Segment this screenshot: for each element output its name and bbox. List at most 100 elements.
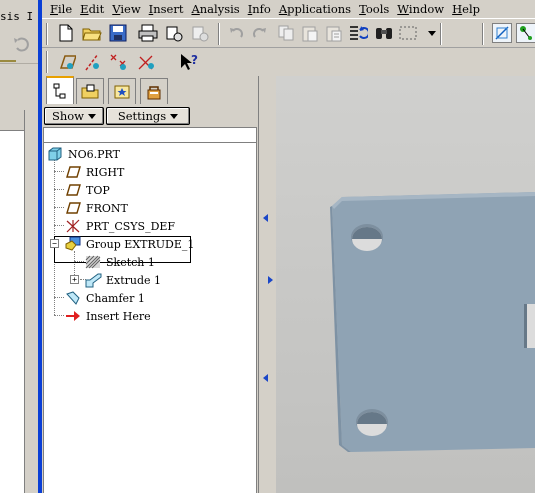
- menu-view[interactable]: View: [108, 2, 144, 16]
- navigator-tabs: [42, 76, 275, 104]
- coordinate-system-icon[interactable]: [136, 52, 156, 72]
- tree-item-right[interactable]: RIGHT: [64, 163, 124, 181]
- menu-help[interactable]: Help: [448, 2, 484, 16]
- background-toolbar-icons: [0, 37, 29, 73]
- background-panel: [0, 130, 24, 493]
- datum-plane-icon[interactable]: [56, 52, 76, 72]
- datum-axis-icon[interactable]: [82, 52, 102, 72]
- datum-point-icon[interactable]: [108, 52, 128, 72]
- hole-bottom: [356, 409, 388, 436]
- tree-connector: [54, 207, 64, 208]
- tree-item-label: FRONT: [86, 201, 128, 215]
- model-tree: NO6.PRT RIGHT TOP FRONT PRT_CSYS_DEF − G…: [43, 143, 257, 493]
- slot-right: [524, 304, 535, 348]
- open-folder-icon[interactable]: [82, 23, 102, 43]
- chevron-down-icon: [170, 113, 179, 119]
- tree-column-header: [43, 127, 257, 143]
- favorites-icon: [114, 85, 130, 98]
- axis-display-icon[interactable]: [516, 23, 535, 43]
- find-binoculars-icon[interactable]: [374, 23, 394, 43]
- menu-applications[interactable]: Applications: [275, 2, 355, 16]
- folder-browser-icon: [81, 84, 99, 98]
- send-mail-attachment-icon: [190, 23, 210, 43]
- menu-mnemonic: E: [80, 2, 89, 16]
- tree-item-chamfer[interactable]: Chamfer 1: [64, 289, 145, 307]
- tree-item-label: PRT_CSYS_DEF: [86, 219, 176, 233]
- tree-connector: [54, 189, 64, 190]
- svg-text:?: ?: [191, 53, 198, 67]
- tab-favorites[interactable]: [108, 78, 136, 104]
- insert-here-arrow-icon: [64, 308, 82, 324]
- tree-connector: [54, 297, 64, 298]
- menu-label: pplications: [287, 2, 352, 16]
- menu-mnemonic: A: [191, 2, 200, 16]
- collapse-toggle[interactable]: −: [50, 239, 59, 248]
- toolbar-separator: [218, 23, 220, 45]
- tree-item-part[interactable]: NO6.PRT: [46, 145, 120, 163]
- background-window: sis I: [0, 0, 40, 493]
- menu-mnemonic: H: [452, 2, 463, 16]
- show-label: Show: [51, 109, 85, 123]
- expand-toggle[interactable]: +: [70, 275, 79, 284]
- send-mail-icon[interactable]: [164, 23, 184, 43]
- selection-box-icon[interactable]: [398, 23, 418, 43]
- new-file-icon[interactable]: [56, 23, 76, 43]
- settings-label: Settings: [117, 109, 167, 123]
- paste-special-icon: [324, 23, 344, 43]
- tree-item-label: NO6.PRT: [68, 147, 120, 161]
- main-toolbar: [42, 18, 535, 48]
- menu-label: nalysis: [199, 2, 240, 16]
- menu-info[interactable]: Info: [244, 2, 275, 16]
- tree-connector: [54, 315, 64, 316]
- menu-label: ile: [57, 2, 73, 16]
- settings-dropdown-button[interactable]: Settings: [106, 107, 190, 125]
- menu-label: nfo: [252, 2, 271, 16]
- tab-model-tree[interactable]: [46, 76, 74, 104]
- menu-edit[interactable]: Edit: [76, 2, 108, 16]
- tree-item-insert-here[interactable]: Insert Here: [64, 307, 151, 325]
- show-dropdown-button[interactable]: Show: [44, 107, 104, 125]
- background-toolbar: [0, 30, 40, 73]
- tab-folder-browser[interactable]: [76, 78, 104, 104]
- regenerate-icon[interactable]: [348, 23, 368, 43]
- datum-display-icon[interactable]: [492, 23, 512, 43]
- datum-plane-icon: [64, 200, 82, 216]
- menu-label: nsert: [153, 2, 184, 16]
- chamfer-icon: [64, 290, 82, 306]
- tab-connections[interactable]: [140, 78, 168, 104]
- sash[interactable]: [258, 76, 276, 493]
- connections-icon: [147, 85, 161, 99]
- tree-item-group[interactable]: Group EXTRUDE_1: [64, 235, 194, 253]
- menubar: File Edit View Insert Analysis Info Appl…: [42, 0, 535, 18]
- group-icon: [64, 236, 82, 252]
- menu-mnemonic: A: [278, 2, 288, 16]
- tree-item-extrude[interactable]: Extrude 1: [84, 271, 161, 289]
- tree-item-csys[interactable]: PRT_CSYS_DEF: [64, 217, 175, 235]
- model-tree-icon: [53, 83, 66, 99]
- datum-toolbar: ?: [42, 48, 275, 76]
- tree-item-top[interactable]: TOP: [64, 181, 110, 199]
- tree-item-sketch[interactable]: Sketch 1: [84, 253, 155, 271]
- graphics-window[interactable]: [276, 76, 535, 493]
- part-icon: [46, 146, 64, 162]
- menu-label: dit: [88, 2, 105, 16]
- save-icon[interactable]: [108, 23, 128, 43]
- expand-right-icon: [268, 276, 273, 284]
- menu-mnemonic: W: [397, 2, 409, 16]
- menu-window[interactable]: Window: [393, 2, 448, 16]
- datum-plane-icon: [64, 164, 82, 180]
- menu-label: ools: [365, 2, 390, 16]
- dropdown-arrow-icon[interactable]: [422, 23, 442, 43]
- menu-insert[interactable]: Insert: [145, 2, 188, 16]
- context-help-icon[interactable]: ?: [178, 52, 198, 72]
- menu-file[interactable]: File: [46, 2, 76, 16]
- print-icon[interactable]: [138, 23, 158, 43]
- tree-item-front[interactable]: FRONT: [64, 199, 128, 217]
- collapse-left-icon: [263, 214, 268, 222]
- menu-tools[interactable]: Tools: [355, 2, 393, 16]
- menu-analysis[interactable]: Analysis: [187, 2, 243, 16]
- hole-top: [351, 224, 383, 251]
- menu-label: iew: [120, 2, 141, 16]
- menu-label: elp: [462, 2, 481, 16]
- tree-connector: [54, 171, 64, 172]
